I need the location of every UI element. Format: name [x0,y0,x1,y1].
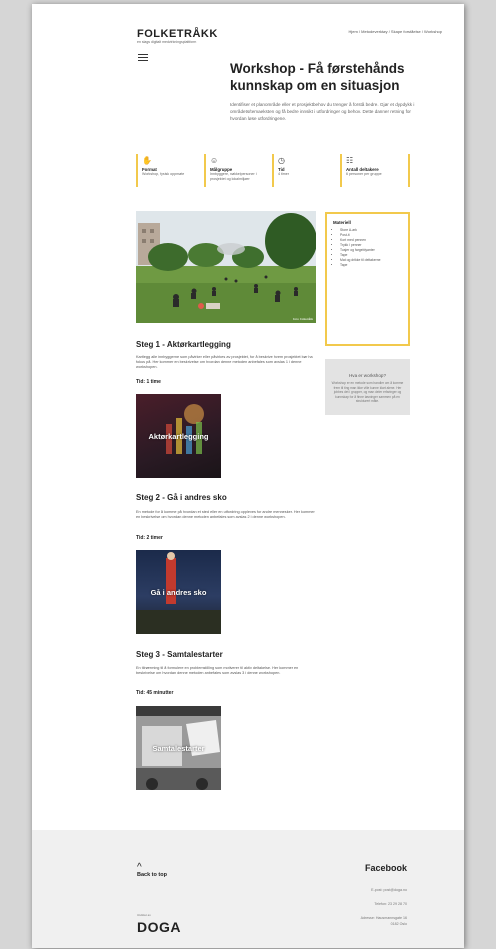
step-1-desc: Kartlegg alle innbyggerne som påvirker e… [136,355,313,370]
step-2-heading: Steg 2 - Gå i andres sko [136,493,227,502]
step-3-desc: En tilnærming til å formulere en problem… [136,666,299,676]
step-3-thumbnail[interactable]: Samtalestarter [136,706,221,790]
hero-photo: Foto: Folketråkk [136,211,316,323]
site-logo[interactable]: FOLKETRÅKK [137,28,218,40]
materials-title: Materiell [333,220,351,225]
fact-participants: ☷ Antall deltakere 6 personer per gruppe [340,154,410,187]
clock-icon: ◷ [278,156,285,165]
contact-postcode: 0182 Oslo [390,922,407,926]
fact-desc: 4 timer [278,172,289,176]
materials-item: Tape [340,263,402,268]
facebook-link[interactable]: Facebook [365,863,407,873]
step-2-time: Tid: 2 timer [136,535,163,541]
contact-address: Adresse: Hausmannsgate 16 [360,916,407,920]
doga-caption: Utviklet av [137,913,151,917]
photo-caption: Foto: Folketråkk [292,317,313,321]
step-3-thumbnail-label: Samtalestarter [152,744,205,753]
fact-time: ◷ Tid 4 timer [272,154,340,187]
contact-email[interactable]: E-post: post@doga.no [371,888,407,893]
fact-target-group: ☺ Målgruppe Innbyggere, nøkkelpersoner i… [204,154,272,187]
page-intro: Identifiser et planområde eller et prosj… [230,102,415,121]
what-text: Workshop er en metode som handler om å k… [331,381,404,403]
back-to-top-link[interactable]: ^ Back to top [137,862,167,879]
step-2-desc: En metode for å komme på hvordan et sted… [136,510,315,520]
page-title: Workshop - Få førstehånds kunnskap om en… [230,61,405,93]
step-2-thumbnail-label: Gå i andres sko [150,588,207,597]
step-1-thumbnail-label: Aktørkartlegging [148,432,209,441]
doga-logo[interactable]: DOGA [137,919,181,935]
fact-desc: 6 personer per gruppe [346,172,382,176]
person-icon: ☺ [210,156,219,165]
step-1-time: Tid: 1 time [136,379,161,385]
footer: ^ Back to top Utviklet av DOGA Facebook … [32,830,464,948]
facts-row: ✋ Format Workshop, fysisk oppmøte ☺ Målg… [136,154,410,187]
step-3-heading: Steg 3 - Samtalestarter [136,650,223,659]
step-2-thumbnail[interactable]: Gå i andres sko [136,550,221,634]
breadcrumb[interactable]: Hjem / Metodeverktøy / Skape forståelse … [348,29,442,34]
back-to-top-label: Back to top [137,872,167,878]
step-1-thumbnail[interactable]: Aktørkartlegging [136,394,221,478]
page: FOLKETRÅKK en slags digitalt medvirkning… [32,4,464,948]
step-3-time: Tid: 45 minutter [136,690,174,696]
group-icon: ☷ [346,156,354,165]
contact-phone: Telefon: 23 29 28 70 [374,902,407,906]
fact-format: ✋ Format Workshop, fysisk oppmøte [136,154,204,187]
what-is-workshop-box: Hva er workshop? Workshop er en metode s… [325,359,410,415]
step-1-heading: Steg 1 - Aktørkartlegging [136,340,231,349]
hand-icon: ✋ [142,156,152,165]
materials-box: Materiell Store A-ark Post-it Kort med p… [325,212,410,346]
site-logo-subtitle: en slags digitalt medvirkningsplattform [137,40,197,44]
what-title: Hva er workshop? [348,373,387,378]
fact-desc: Innbyggere, nøkkelpersoner i prosjektet … [210,172,257,181]
chevron-up-icon: ^ [137,862,142,873]
fact-desc: Workshop, fysisk oppmøte [142,172,185,176]
hamburger-icon[interactable] [138,54,148,61]
